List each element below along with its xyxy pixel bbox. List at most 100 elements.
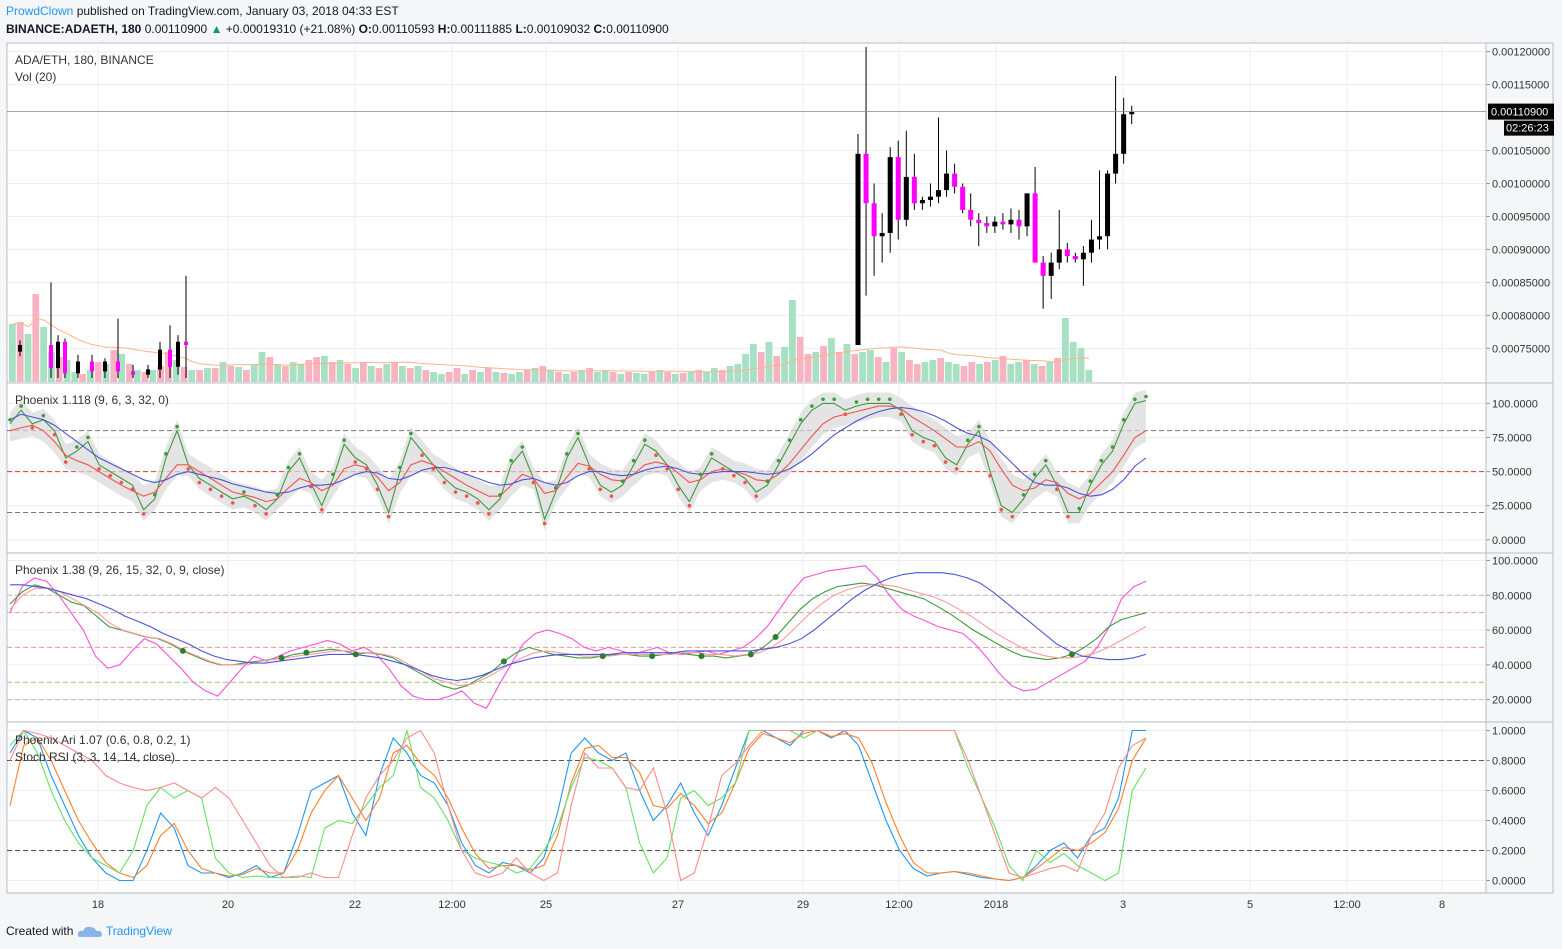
signal-dot-down — [988, 473, 992, 478]
signal-dot-down — [30, 426, 35, 430]
candle-body-up — [1121, 114, 1127, 154]
volume-bar — [508, 374, 515, 382]
candle-body-up — [1097, 236, 1102, 240]
signal-dot-up — [1110, 445, 1115, 449]
candle-body-down — [90, 361, 94, 372]
signal-dot-down — [843, 412, 848, 417]
countdown-label: 02:26:23 — [1506, 123, 1549, 135]
published-text: published on TradingView.com, January 03… — [76, 4, 399, 18]
x-tick-label: 29 — [797, 899, 809, 911]
candle-body-up — [146, 369, 150, 375]
volume-bar — [328, 362, 336, 382]
crossover-marker — [698, 653, 705, 660]
signal-dot-down — [609, 494, 614, 498]
volume-bar — [243, 370, 250, 382]
candle-body-up — [103, 361, 107, 372]
tradingview-cloud-icon — [77, 926, 102, 937]
volume-bar — [789, 300, 796, 382]
signal-dot-up — [1099, 458, 1104, 463]
volume-bar — [617, 374, 625, 382]
signal-dot-up — [565, 452, 569, 456]
open-value: 0.00110593 — [371, 22, 435, 36]
tradingview-link[interactable]: TradingView — [106, 924, 172, 938]
candle-body-up — [1105, 173, 1111, 237]
x-tick-label: 3 — [1120, 899, 1126, 911]
volume-bar — [516, 372, 523, 382]
volume-bar — [664, 372, 671, 382]
volume-bar — [282, 366, 289, 382]
signal-dot-up — [821, 397, 825, 402]
volume-bar — [32, 294, 40, 382]
candle-body-up — [76, 361, 80, 374]
signal-dot-down — [743, 480, 747, 485]
crossover-marker — [1068, 651, 1075, 658]
volume-bar — [570, 372, 578, 382]
x-tick-label: 12:00 — [438, 899, 466, 911]
signal-dot-up — [698, 472, 703, 477]
volume-bar — [1030, 364, 1038, 382]
panel-background-2 — [7, 553, 1486, 721]
price-legend-title: ADA/ETH, 180, BINANCE — [15, 53, 154, 67]
signal-dot-down — [754, 494, 758, 498]
volume-bar — [578, 370, 586, 382]
crossover-marker — [278, 654, 285, 661]
signal-dot-down — [665, 467, 669, 471]
volume-legend-title: Vol (20) — [15, 70, 56, 84]
signal-dot-down — [487, 512, 491, 516]
volume-bar — [672, 374, 679, 382]
high-label: H: — [437, 22, 451, 36]
signal-dot-down — [130, 487, 135, 492]
candle-body-up — [1088, 239, 1094, 253]
volume-bar — [258, 352, 266, 382]
signal-dot-down — [264, 512, 268, 516]
candle-body-down — [976, 219, 982, 224]
volume-bar — [555, 372, 562, 382]
signal-dot-down — [364, 467, 369, 471]
last-price-label: 0.00110900 — [1491, 107, 1548, 119]
phoenix-ari-title: Phoenix Ari 1.07 (0.6, 0.8, 0.2, 1) — [15, 733, 190, 747]
volume-bar — [211, 368, 219, 382]
candle-body-down — [49, 345, 53, 369]
signal-dot-down — [308, 484, 313, 489]
candle-body-down — [863, 153, 869, 204]
author-link[interactable]: ProwdClown — [6, 4, 73, 18]
volume-bar — [921, 362, 929, 382]
signal-dot-down — [253, 503, 257, 508]
crossover-marker — [303, 649, 310, 656]
volume-bar — [1023, 360, 1030, 382]
candle-body-up — [1056, 249, 1062, 263]
chart-canvas[interactable]: 18 20 22 12:00 25 27 29 12:00 2018 3 5 12:00 8 0.0012… — [0, 0, 1562, 949]
signal-dot-up — [553, 486, 558, 490]
volume-bar — [906, 360, 913, 382]
crossover-marker — [352, 651, 359, 658]
signal-dot-up — [331, 472, 335, 477]
price-tick-label: 0.00075000 — [1492, 343, 1550, 355]
volume-bar — [523, 370, 531, 382]
volume-bar — [968, 362, 976, 382]
signal-dot-down — [1066, 514, 1070, 519]
signal-dot-up — [1133, 397, 1137, 402]
candle-body-up — [944, 173, 950, 191]
symbol-label: BINANCE:ADAETH, 180 — [6, 22, 142, 36]
volume-bar — [1069, 342, 1077, 382]
volume-bar — [24, 334, 32, 382]
volume-bar — [445, 372, 453, 382]
stoch-rsi-title: Stoch RSI (3, 3, 14, 14, close) — [15, 750, 175, 764]
volume-bar — [94, 362, 102, 382]
volume-bar — [430, 372, 437, 382]
osc-tick-label-3: 0.2000 — [1492, 846, 1526, 858]
x-tick-label: 5 — [1247, 899, 1253, 911]
crossover-marker — [599, 653, 606, 660]
signal-dot-up — [854, 400, 859, 404]
osc-tick-label-3: 0.6000 — [1492, 786, 1526, 798]
volume-bar — [765, 342, 773, 382]
volume-bar — [594, 372, 601, 382]
volume-bar — [149, 370, 157, 382]
change-value: +0.00019310 (+21.08%) — [225, 22, 356, 36]
osc-tick-label-1: 0.0000 — [1492, 535, 1526, 547]
volume-bar — [640, 374, 648, 382]
volume-bar — [274, 364, 281, 382]
signal-dot-down — [1010, 514, 1015, 519]
candle-body-down — [1064, 249, 1070, 257]
volume-bar — [1085, 370, 1093, 382]
